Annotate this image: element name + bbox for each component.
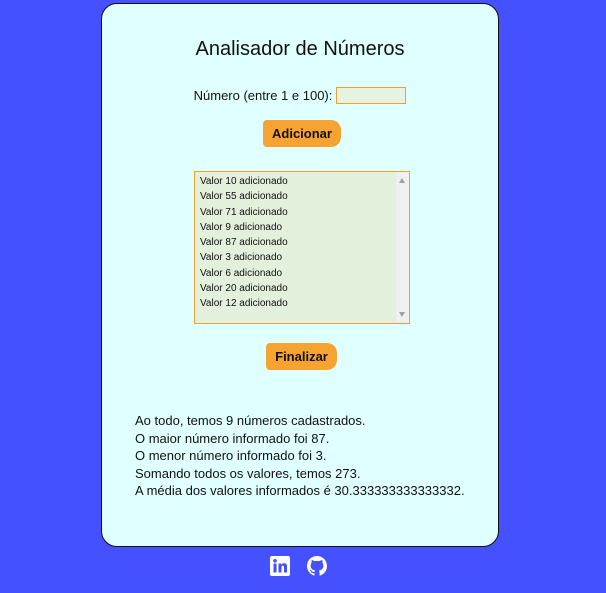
result-sum: Somando todos os valores, temos 273.	[135, 465, 361, 481]
list-item[interactable]: Valor 71 adicionado	[200, 205, 391, 220]
list-item[interactable]: Valor 6 adicionado	[200, 266, 391, 281]
result-count: Ao todo, temos 9 números cadastrados.	[135, 413, 366, 428]
results-panel: Ao todo, temos 9 números cadastrados. O …	[135, 412, 465, 500]
result-max: O maior número informado foi 87.	[135, 430, 330, 446]
scroll-up-icon[interactable]	[399, 178, 405, 183]
result-average: A média dos valores informados é 30.3333…	[135, 483, 465, 498]
page-title: Analisador de Números	[195, 38, 405, 60]
list-item[interactable]: Valor 10 adicionado	[200, 174, 391, 189]
scroll-down-icon[interactable]	[399, 312, 405, 317]
list-item[interactable]: Valor 3 adicionado	[200, 250, 391, 265]
github-icon[interactable]	[307, 556, 327, 576]
finalize-button[interactable]: Finalizar	[266, 343, 337, 370]
listbox-scrollbar[interactable]	[396, 172, 409, 323]
list-item[interactable]: Valor 87 adicionado	[200, 235, 391, 250]
add-button[interactable]: Adicionar	[263, 120, 341, 147]
result-min: O menor número informado foi 3.	[135, 448, 327, 463]
number-label: Número (entre 1 e 100):	[193, 88, 333, 103]
number-input[interactable]	[336, 87, 407, 104]
number-field-row: Número (entre 1 e 100):	[102, 87, 498, 104]
linkedin-icon[interactable]	[270, 556, 290, 576]
list-item[interactable]: Valor 9 adicionado	[200, 220, 391, 235]
list-item[interactable]: Valor 20 adicionado	[200, 281, 391, 296]
analyzer-card: Analisador de Números Número (entre 1 e …	[101, 3, 499, 547]
footer-links	[270, 556, 327, 576]
list-item[interactable]: Valor 12 adicionado	[200, 296, 391, 311]
list-item[interactable]: Valor 55 adicionado	[200, 189, 391, 204]
values-listbox[interactable]: Valor 10 adicionado Valor 55 adicionado …	[194, 171, 410, 324]
